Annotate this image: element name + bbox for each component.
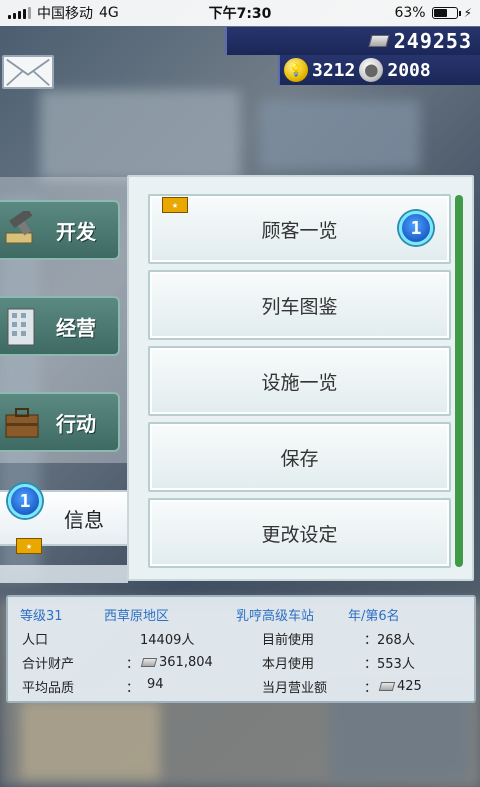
assets-value: 361,804	[159, 655, 213, 670]
facility-list-label: 设施一览	[261, 371, 338, 394]
station-stats-panel: 等级31 西草原地区 乳哼高级车站 年/第6名 人口 14409人 目前使用 ：…	[6, 595, 476, 703]
cash-icon	[368, 35, 390, 47]
menu-divider	[0, 565, 128, 583]
clock: 下午7:30	[208, 6, 272, 22]
carrier-label: 中国移动	[37, 6, 93, 22]
hammer-icon	[0, 208, 44, 254]
current-usage-label: 目前使用	[262, 633, 315, 648]
quality-label: 平均品质	[22, 681, 75, 696]
settings-label: 更改设定	[261, 523, 338, 546]
current-usage-value: ：268人	[364, 633, 415, 648]
resource-counter: 💡 3212 ⬤ 2008	[278, 55, 480, 85]
action-button[interactable]: 行动	[0, 392, 120, 452]
save-label: 保存	[280, 447, 319, 470]
briefcase-icon	[0, 400, 44, 446]
save-button[interactable]: 保存	[148, 422, 451, 492]
new-tag-icon: ★	[16, 538, 42, 554]
rank-label: 年/第6名	[348, 609, 400, 624]
quality-value: 94	[147, 677, 164, 692]
money-counter: 249253	[225, 27, 480, 55]
battery-percent: 63%	[394, 5, 426, 21]
submenu-scrollbar[interactable]	[455, 195, 463, 567]
assets-value-group: ： 361,804	[126, 653, 213, 672]
quality-value-group: ： 94	[126, 677, 164, 696]
mail-button[interactable]	[2, 55, 54, 89]
status-bar: 中国移动 4G 下午7:30 63% ⚡	[0, 0, 480, 26]
manage-button[interactable]: 经营	[0, 296, 120, 356]
develop-label: 开发	[56, 219, 96, 244]
battery-icon	[431, 7, 461, 19]
monthly-revenue-separator: ：	[364, 681, 378, 696]
quality-separator: ：	[126, 681, 140, 696]
cash-icon	[140, 658, 158, 667]
region-label: 西草原地区	[104, 609, 170, 624]
money-value: 249253	[393, 29, 472, 53]
monthly-usage-value: ：553人	[364, 657, 415, 672]
cash-icon	[378, 682, 396, 691]
train-catalog-label: 列车图鉴	[261, 295, 338, 318]
population-value: 14409人	[140, 633, 195, 648]
population-label: 人口	[22, 633, 49, 648]
develop-button[interactable]: 开发	[0, 200, 120, 260]
network-label: 4G	[99, 5, 119, 21]
silver-coin-icon: ⬤	[359, 58, 384, 82]
envelope-icon	[5, 57, 51, 87]
level-label: 等级31	[20, 609, 63, 624]
gold-value: 3212	[312, 59, 356, 81]
settings-button[interactable]: 更改设定	[148, 498, 451, 568]
monthly-usage-label: 本月使用	[262, 657, 315, 672]
train-catalog-button[interactable]: 列车图鉴	[148, 270, 451, 340]
manage-label: 经营	[56, 315, 96, 340]
new-tag-icon: ★	[162, 197, 188, 213]
info-label: 信息	[64, 507, 104, 532]
monthly-revenue-value: 425	[397, 679, 422, 694]
facility-list-button[interactable]: 设施一览	[148, 346, 451, 416]
customer-list-label: 顾客一览	[261, 219, 338, 242]
monthly-revenue-group: ： 425	[364, 677, 422, 696]
station-name: 乳哼高级车站	[236, 609, 315, 624]
assets-label: 合计财产	[22, 657, 75, 672]
charging-icon: ⚡	[463, 6, 472, 20]
monthly-revenue-label: 当月营业额	[262, 681, 328, 696]
silver-value: 2008	[387, 59, 431, 81]
info-notification-badge: 1	[8, 484, 42, 518]
gold-bulb-icon: 💡	[284, 58, 308, 82]
building-icon	[0, 304, 44, 350]
customer-notification-badge: 1	[399, 211, 433, 245]
signal-icon	[8, 7, 31, 19]
action-label: 行动	[56, 411, 96, 436]
scrollbar-thumb[interactable]	[455, 195, 463, 567]
assets-separator: ：	[126, 657, 140, 672]
